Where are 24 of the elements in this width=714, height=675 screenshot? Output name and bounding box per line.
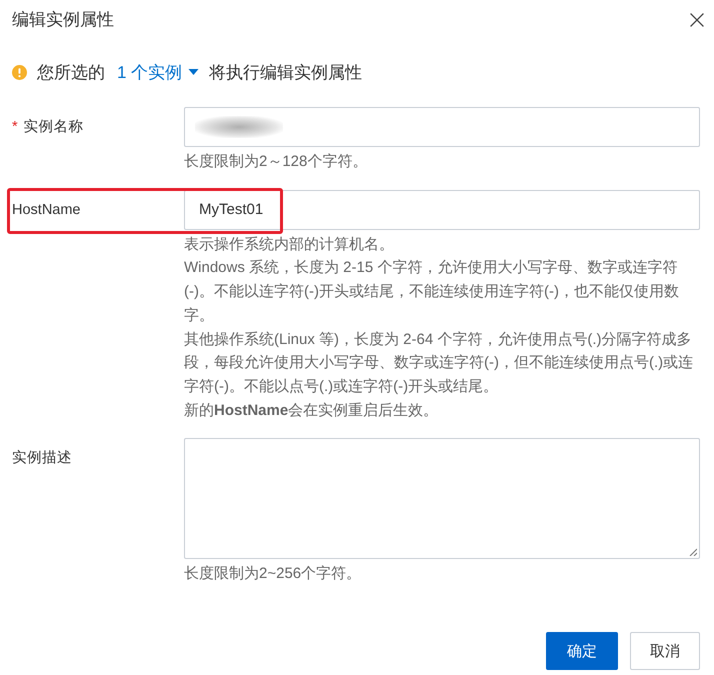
hint-text: 其他操作系统(Linux 等)，长度为 2-64 个字符，允许使用点号(.)分隔字符成多段，每段允许使用大小写字母、数字或连字符(-)，但不能连续使用点号(.)或连字符(-)。不能以点号(.)或连字符(-)开头或结尾。 [184, 330, 694, 397]
instance-count-link[interactable]: 1 个实例 [117, 60, 200, 84]
resize-grip-icon[interactable] [689, 548, 697, 556]
dialog-title: 编辑实例属性 [12, 9, 114, 31]
hint-text: 表示操作系统内部的计算机名。 [184, 234, 395, 255]
field-label: 实例描述 [12, 448, 72, 468]
confirm-button[interactable]: 确定 [546, 632, 618, 670]
notice-text: 将执行编辑实例属性 [209, 62, 362, 84]
notice-text: 您所选的 [37, 62, 105, 84]
textarea-field[interactable] [184, 438, 700, 560]
close-button[interactable] [690, 13, 704, 27]
required-mark: * [12, 120, 18, 134]
close-icon [690, 13, 704, 27]
field-label: HostName [12, 200, 80, 220]
text-field[interactable]: MyTest01 [184, 190, 700, 230]
text-field[interactable] [184, 107, 700, 147]
cancel-button[interactable]: 取消 [630, 632, 700, 670]
caret-down-icon [188, 69, 200, 75]
warning-icon [12, 64, 27, 80]
hint-text: 长度限制为2～128个字符。 [184, 152, 368, 172]
hint-text: 长度限制为2~256个字符。 [184, 564, 362, 584]
hint-text: Windows 系统，长度为 2-15 个字符，允许使用大小写字母、数字或连字符(-)。不能以连字符(-)开头或结尾，不能连续使用连字符(-)，也不能仅使用数字。 [184, 258, 680, 326]
hint-text: 新的HostName会在实例重启后生效。 [184, 400, 440, 421]
field-label: 实例名称 [24, 118, 84, 137]
